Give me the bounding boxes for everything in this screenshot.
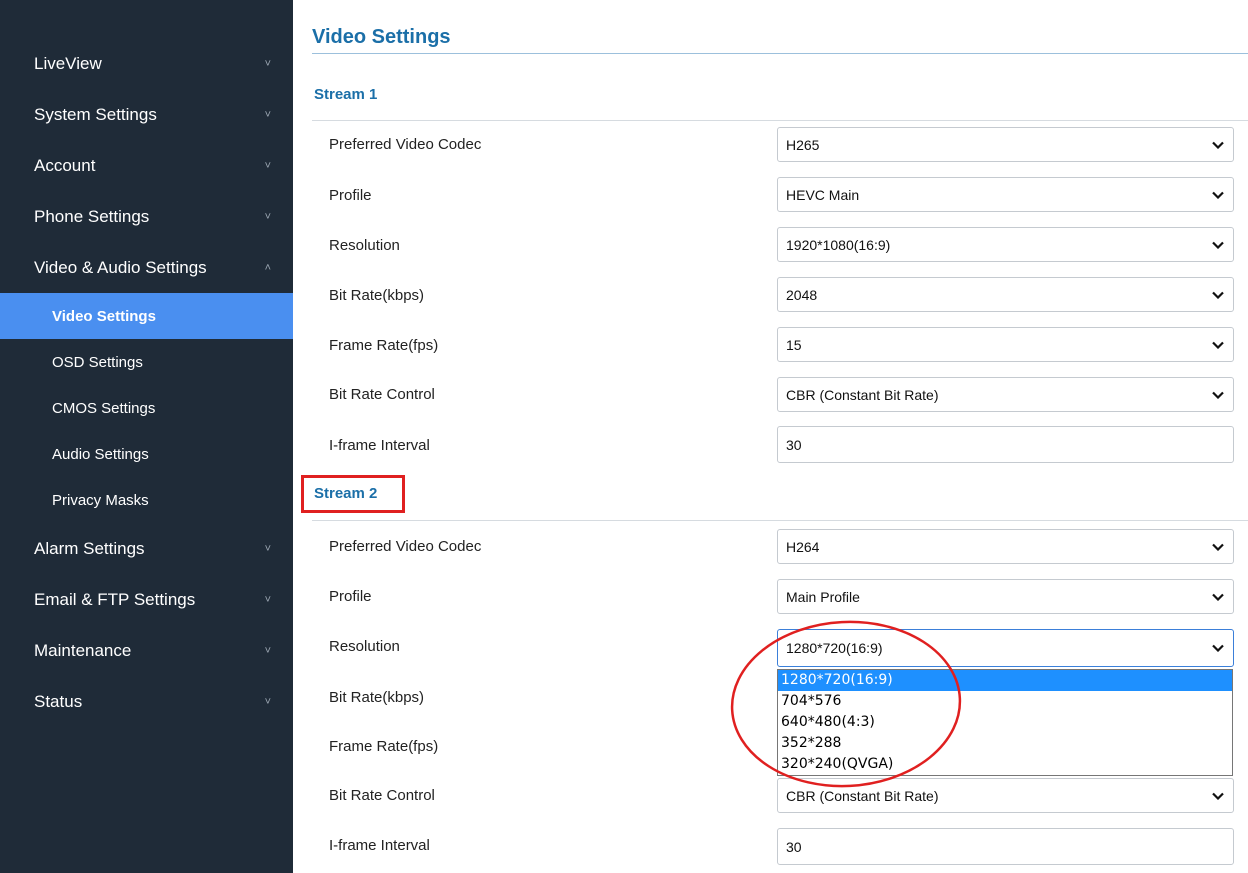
annotation-highlight-box [301, 475, 405, 513]
sidebar-item-label: Account [34, 155, 96, 175]
sidebar-subitem-label: OSD Settings [52, 353, 143, 371]
sidebar-item-label: Alarm Settings [34, 538, 145, 558]
sidebar-item-account[interactable]: Account ˅ [0, 140, 293, 191]
stream2-bitrate-control-select[interactable]: CBR (Constant Bit Rate) [777, 778, 1234, 813]
stream2-codec-select[interactable]: H264 [777, 529, 1234, 564]
page-title: Video Settings [312, 26, 451, 48]
dropdown-option[interactable]: 352*288 [778, 733, 1232, 754]
stream1-resolution-label: Resolution [329, 237, 400, 254]
stream1-framerate-select[interactable]: 15 [777, 327, 1234, 362]
select-value: 15 [786, 336, 802, 353]
stream1-divider [312, 120, 1248, 121]
sidebar-item-liveview[interactable]: LiveView ˅ [0, 38, 293, 89]
sidebar: LiveView ˅ System Settings ˅ Account ˅ P… [0, 0, 293, 873]
select-value: H265 [786, 136, 820, 153]
sidebar-item-alarm-settings[interactable]: Alarm Settings ˅ [0, 523, 293, 574]
sidebar-top-spacer [0, 0, 293, 38]
select-value: CBR (Constant Bit Rate) [786, 787, 939, 804]
select-value: 1920*1080(16:9) [786, 236, 891, 253]
chevron-down-icon: ˅ [264, 108, 271, 121]
sidebar-item-label: Maintenance [34, 640, 132, 660]
stream2-resolution-select[interactable]: 1280*720(16:9) [777, 629, 1234, 667]
chevron-down-icon [1211, 138, 1225, 152]
chevron-down-icon: ˅ [264, 542, 271, 555]
stream2-codec-label: Preferred Video Codec [329, 538, 482, 555]
chevron-down-icon [1211, 188, 1225, 202]
stream2-bitrate-control-label: Bit Rate Control [329, 787, 435, 804]
chevron-down-icon: ˅ [264, 57, 271, 70]
sidebar-item-status[interactable]: Status ˅ [0, 676, 293, 727]
chevron-down-icon: ˅ [264, 593, 271, 606]
chevron-down-icon [1211, 789, 1225, 803]
select-value: CBR (Constant Bit Rate) [786, 386, 939, 403]
sidebar-item-video-audio-settings[interactable]: Video & Audio Settings ˄ [0, 242, 293, 293]
stream2-resolution-label: Resolution [329, 638, 400, 655]
stream2-framerate-label: Frame Rate(fps) [329, 738, 439, 755]
sidebar-subitem-label: Privacy Masks [52, 491, 149, 509]
sidebar-subitem-osd-settings[interactable]: OSD Settings [0, 339, 293, 385]
sidebar-item-label: Email & FTP Settings [34, 589, 196, 609]
chevron-down-icon: ˅ [264, 159, 271, 172]
select-value: H264 [786, 538, 820, 555]
select-value: 2048 [786, 286, 818, 303]
stream1-resolution-select[interactable]: 1920*1080(16:9) [777, 227, 1234, 262]
stream1-bitrate-control-label: Bit Rate Control [329, 386, 435, 403]
chevron-down-icon: ˅ [264, 210, 271, 223]
chevron-down-icon [1211, 641, 1225, 655]
sidebar-subitem-label: CMOS Settings [52, 399, 156, 417]
sidebar-item-system-settings[interactable]: System Settings ˅ [0, 89, 293, 140]
chevron-down-icon [1211, 590, 1225, 604]
dropdown-option[interactable]: 640*480(4:3) [778, 712, 1232, 733]
sidebar-subitem-audio-settings[interactable]: Audio Settings [0, 431, 293, 477]
sidebar-item-label: LiveView [34, 53, 102, 73]
sidebar-subitem-cmos-settings[interactable]: CMOS Settings [0, 385, 293, 431]
stream1-bitrate-label: Bit Rate(kbps) [329, 287, 425, 304]
stream1-profile-select[interactable]: HEVC Main [777, 177, 1234, 212]
sidebar-item-label: Video & Audio Settings [34, 257, 207, 277]
sidebar-item-phone-settings[interactable]: Phone Settings ˅ [0, 191, 293, 242]
sidebar-subitem-label: Video Settings [52, 307, 156, 325]
stream2-iframe-input[interactable]: 30 [777, 828, 1234, 865]
stream1-profile-label: Profile [329, 187, 372, 204]
stream1-iframe-input[interactable]: 30 [777, 426, 1234, 463]
select-value: HEVC Main [786, 186, 860, 203]
stream1-bitrate-select[interactable]: 2048 [777, 277, 1234, 312]
dropdown-option[interactable]: 1280*720(16:9) [778, 670, 1232, 691]
chevron-down-icon [1211, 338, 1225, 352]
select-value: 1280*720(16:9) [786, 640, 883, 656]
input-value: 30 [786, 838, 802, 855]
stream1-codec-label: Preferred Video Codec [329, 136, 482, 153]
chevron-down-icon: ˅ [264, 644, 271, 657]
stream1-title: Stream 1 [314, 86, 378, 103]
chevron-down-icon: ˅ [264, 695, 271, 708]
chevron-down-icon [1211, 238, 1225, 252]
chevron-up-icon: ˄ [264, 261, 271, 274]
stream1-bitrate-control-select[interactable]: CBR (Constant Bit Rate) [777, 377, 1234, 412]
select-value: Main Profile [786, 588, 860, 605]
sidebar-item-email-ftp-settings[interactable]: Email & FTP Settings ˅ [0, 574, 293, 625]
sidebar-item-label: System Settings [34, 104, 157, 124]
input-value: 30 [786, 436, 802, 453]
chevron-down-icon [1211, 288, 1225, 302]
sidebar-item-maintenance[interactable]: Maintenance ˅ [0, 625, 293, 676]
stream2-divider [312, 520, 1248, 521]
title-divider [312, 53, 1248, 54]
sidebar-subitem-video-settings[interactable]: Video Settings [0, 293, 293, 339]
dropdown-option[interactable]: 320*240(QVGA) [778, 754, 1232, 775]
stream1-codec-select[interactable]: H265 [777, 127, 1234, 162]
resolution-dropdown-list: 1280*720(16:9) 704*576 640*480(4:3) 352*… [777, 669, 1233, 776]
sidebar-subitem-label: Audio Settings [52, 445, 149, 463]
stream2-profile-select[interactable]: Main Profile [777, 579, 1234, 614]
stream1-iframe-label: I-frame Interval [329, 437, 430, 454]
stream2-bitrate-label: Bit Rate(kbps) [329, 689, 425, 706]
chevron-down-icon [1211, 388, 1225, 402]
chevron-down-icon [1211, 540, 1225, 554]
stream2-iframe-label: I-frame Interval [329, 837, 430, 854]
dropdown-option[interactable]: 704*576 [778, 691, 1232, 712]
sidebar-item-label: Phone Settings [34, 206, 150, 226]
stream2-profile-label: Profile [329, 588, 372, 605]
sidebar-item-label: Status [34, 691, 83, 711]
sidebar-subitem-privacy-masks[interactable]: Privacy Masks [0, 477, 293, 523]
stream1-framerate-label: Frame Rate(fps) [329, 337, 439, 354]
